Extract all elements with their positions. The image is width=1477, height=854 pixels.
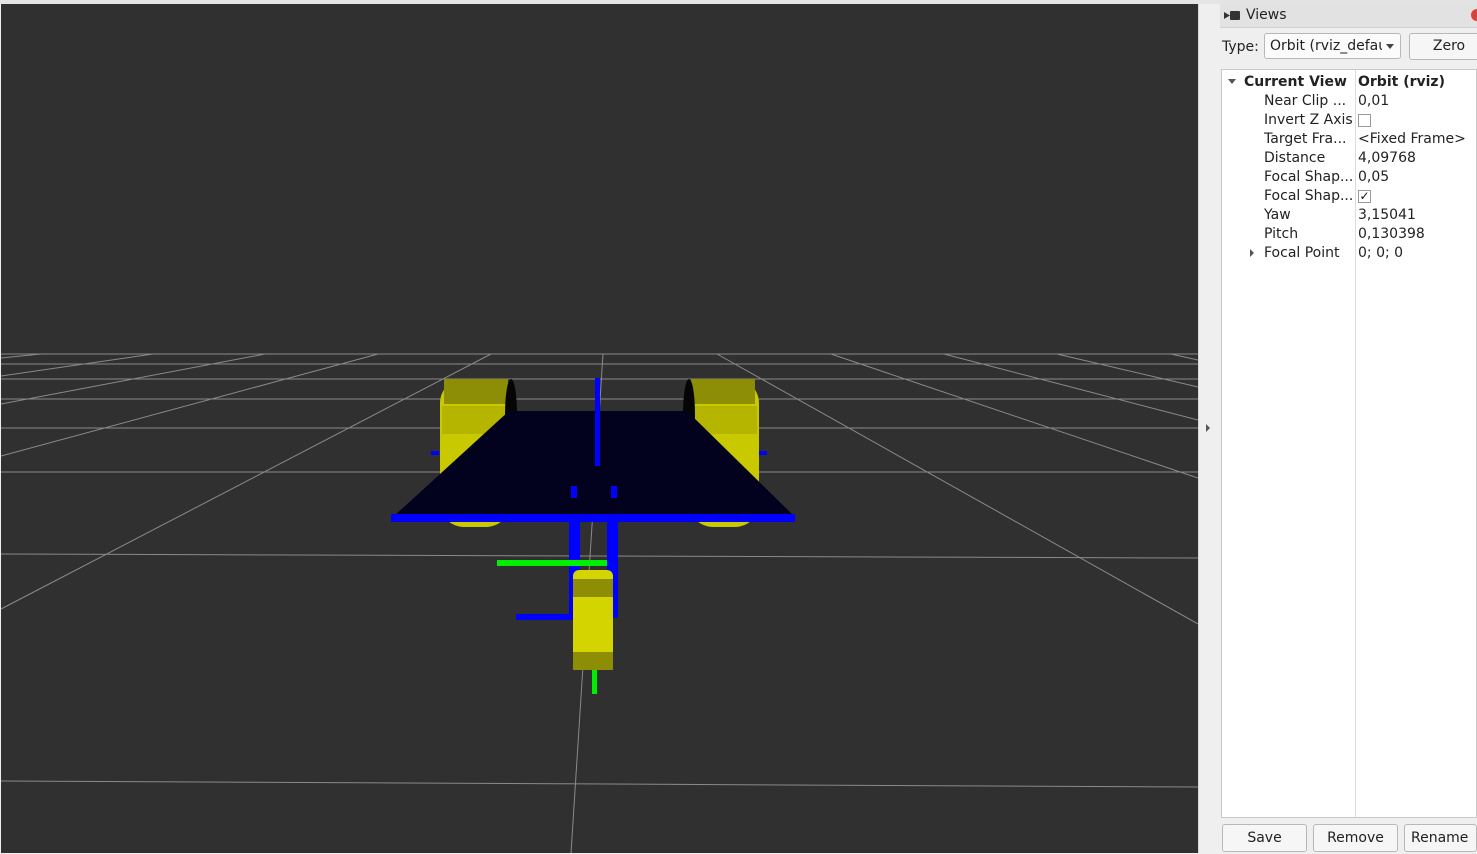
save-button[interactable]: Save	[1222, 824, 1307, 852]
property-value[interactable]: 0,05	[1358, 169, 1389, 185]
property-name: Yaw	[1264, 207, 1291, 223]
panel-splitter[interactable]	[1198, 4, 1220, 854]
property-row-focal-shape-fixed[interactable]: Focal Shap... ✓	[1222, 187, 1476, 206]
chevron-down-icon[interactable]	[1382, 34, 1400, 58]
property-name: Focal Shap...	[1264, 169, 1354, 185]
property-name: Focal Point	[1264, 245, 1340, 261]
property-row-target-frame[interactable]: Target Fra... <Fixed Frame>	[1222, 130, 1476, 149]
collapse-arrow-icon[interactable]	[1228, 79, 1236, 84]
scene-render	[1, 353, 1198, 853]
property-name: Target Fra...	[1264, 131, 1347, 147]
invert-z-axis-checkbox[interactable]	[1358, 114, 1371, 127]
property-name: Invert Z Axis	[1264, 112, 1353, 128]
property-row-focal-point[interactable]: Focal Point 0; 0; 0	[1222, 244, 1476, 263]
views-panel: Views Type: Orbit (rviz_defau Zero Curre…	[1220, 4, 1477, 854]
focal-shape-checkbox[interactable]: ✓	[1358, 190, 1371, 203]
close-panel-icon[interactable]	[1471, 9, 1477, 21]
property-row-pitch[interactable]: Pitch 0,130398	[1222, 225, 1476, 244]
property-row-invert-z-axis[interactable]: Invert Z Axis	[1222, 111, 1476, 130]
remove-button[interactable]: Remove	[1313, 824, 1398, 852]
property-row-focal-shape-size[interactable]: Focal Shap... 0,05	[1222, 168, 1476, 187]
property-name: Near Clip ...	[1264, 93, 1347, 109]
view-type-dropdown[interactable]: Orbit (rviz_defau	[1264, 33, 1401, 59]
property-row-yaw[interactable]: Yaw 3,15041	[1222, 206, 1476, 225]
property-name: Pitch	[1264, 226, 1299, 242]
property-name: Distance	[1264, 150, 1326, 166]
property-value[interactable]: 4,09768	[1358, 150, 1416, 166]
caster-assembly	[497, 522, 618, 694]
current-view-value: Orbit (rviz)	[1358, 74, 1445, 90]
current-view-label: Current View	[1244, 74, 1347, 90]
views-panel-titlebar: Views	[1220, 4, 1477, 28]
views-panel-title: Views	[1246, 7, 1287, 23]
view-type-value: Orbit (rviz_defau	[1270, 38, 1388, 54]
property-name: Focal Shap...	[1264, 188, 1354, 204]
property-row-distance[interactable]: Distance 4,09768	[1222, 149, 1476, 168]
camera-icon	[1224, 11, 1240, 20]
property-value[interactable]: 0,01	[1358, 93, 1389, 109]
property-value[interactable]: 3,15041	[1358, 207, 1416, 223]
expand-arrow-icon[interactable]	[1250, 249, 1254, 257]
view-properties-tree[interactable]: Current View Orbit (rviz) Near Clip ... …	[1221, 69, 1477, 818]
property-value[interactable]: 0; 0; 0	[1358, 245, 1403, 261]
property-row-near-clip[interactable]: Near Clip ... 0,01	[1222, 92, 1476, 111]
3d-viewport[interactable]	[1, 4, 1198, 853]
current-view-row[interactable]: Current View Orbit (rviz)	[1222, 73, 1476, 92]
zero-button[interactable]: Zero	[1409, 33, 1477, 60]
property-value[interactable]: 0,130398	[1358, 226, 1425, 242]
rename-button[interactable]: Rename	[1404, 824, 1477, 852]
property-value[interactable]: <Fixed Frame>	[1358, 131, 1466, 147]
type-label: Type:	[1222, 39, 1259, 55]
splitter-arrow-icon[interactable]	[1206, 424, 1210, 432]
